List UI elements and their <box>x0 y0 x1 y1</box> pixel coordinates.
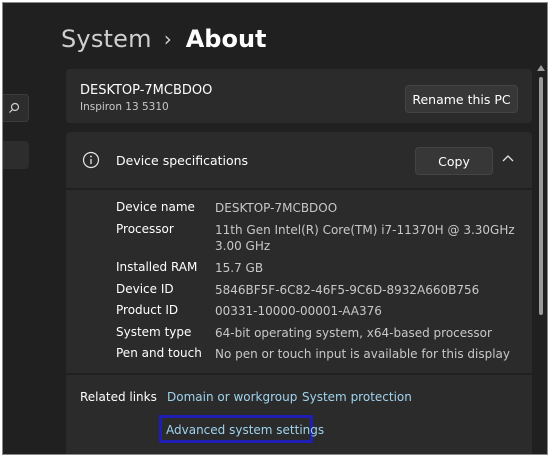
related-links-label: Related links <box>80 390 157 404</box>
scrollbar[interactable] <box>537 63 545 453</box>
spec-label-device-name: Device name <box>116 200 195 214</box>
spec-label-device-id: Device ID <box>116 282 174 296</box>
spec-value-ram: 15.7 GB <box>215 261 264 275</box>
system-protection-link[interactable]: System protection <box>302 390 412 404</box>
breadcrumb-system[interactable]: System <box>61 25 152 53</box>
settings-window: System › About DESKTOP-7MCBDOO Inspiron … <box>2 2 548 455</box>
chevron-up-icon[interactable] <box>502 154 514 164</box>
device-model: Inspiron 13 5310 <box>80 101 169 113</box>
specs-body: Device name DESKTOP-7MCBDOO Processor 11… <box>66 190 532 373</box>
copy-button[interactable]: Copy <box>415 147 493 175</box>
search-box[interactable] <box>3 94 29 122</box>
spec-label-pen-touch: Pen and touch <box>116 346 202 360</box>
spec-label-system-type: System type <box>116 325 192 339</box>
spec-label-product-id: Product ID <box>116 303 179 317</box>
page-title: About <box>185 25 267 53</box>
breadcrumb-separator: › <box>163 27 172 51</box>
spec-value-processor: 11th Gen Intel(R) Core(TM) i7-11370H @ 3… <box>215 223 515 237</box>
specs-title: Device specifications <box>116 153 249 168</box>
breadcrumb: System › About <box>61 19 267 59</box>
domain-workgroup-link[interactable]: Domain or workgroup <box>167 390 297 404</box>
scroll-up-icon[interactable] <box>537 65 545 71</box>
spec-value-processor-line2: 3.00 GHz <box>215 239 271 253</box>
spec-value-system-type: 64-bit operating system, x64-based proce… <box>215 326 492 340</box>
spec-value-product-id: 00331-10000-00001-AA376 <box>215 304 382 318</box>
spec-value-device-id: 5846BF5F-6C82-46F5-9C6D-8932A660B756 <box>215 283 480 297</box>
search-icon <box>9 102 20 113</box>
scroll-thumb[interactable] <box>539 77 543 315</box>
device-card: DESKTOP-7MCBDOO Inspiron 13 5310 Rename … <box>66 69 532 123</box>
nav-item-selected[interactable] <box>3 141 29 169</box>
spec-value-pen-touch: No pen or touch input is available for t… <box>215 347 511 361</box>
spec-label-processor: Processor <box>116 222 174 236</box>
info-icon <box>82 151 100 169</box>
spec-label-ram: Installed RAM <box>116 260 198 274</box>
device-name: DESKTOP-7MCBDOO <box>80 83 213 98</box>
related-links: Related links Domain or workgroup System… <box>66 375 532 454</box>
advanced-system-settings-link[interactable]: Advanced system settings <box>166 423 324 437</box>
device-specifications-header[interactable]: Device specifications Copy <box>66 132 532 188</box>
spec-value-device-name: DESKTOP-7MCBDOO <box>215 201 338 215</box>
rename-pc-button[interactable]: Rename this PC <box>405 85 518 113</box>
